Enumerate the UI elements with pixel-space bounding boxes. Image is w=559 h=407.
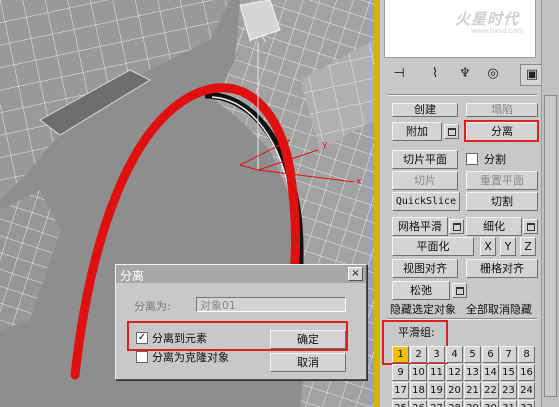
planarize-y-button[interactable]: Y bbox=[500, 237, 516, 256]
command-tabs: ⊣ ⌇ ♆ ◎ ▣ bbox=[384, 60, 544, 90]
relax-button[interactable]: 松弛 bbox=[392, 281, 450, 300]
smoothing-group-button[interactable]: 11 bbox=[428, 364, 445, 381]
rollout-divider bbox=[387, 94, 537, 96]
planarize-z-button[interactable]: Z bbox=[520, 237, 536, 256]
smoothing-group-button[interactable]: 22 bbox=[482, 382, 499, 399]
panel-header-area: 火星时代 www.hxsd.com bbox=[384, 0, 536, 58]
hierarchy-tab-icon[interactable]: ♆ bbox=[454, 64, 476, 84]
tessellate-button[interactable]: 细化 bbox=[466, 217, 522, 236]
smoothing-group-button[interactable]: 7 bbox=[500, 346, 517, 363]
smoothing-group-button[interactable]: 14 bbox=[482, 364, 499, 381]
meshsmooth-button[interactable]: 网格平滑 bbox=[392, 217, 448, 236]
panel-scrollbar[interactable] bbox=[541, 0, 559, 407]
grid-align-button[interactable]: 栅格对齐 bbox=[466, 259, 538, 278]
smoothing-group-button[interactable]: 20 bbox=[446, 382, 463, 399]
relax-settings-icon[interactable] bbox=[452, 283, 467, 298]
collapse-button[interactable]: 塌陷 bbox=[466, 103, 538, 117]
modify-tab-icon[interactable]: ⌇ bbox=[424, 64, 446, 84]
highlight-detach bbox=[464, 120, 539, 142]
attach-button[interactable]: 附加 bbox=[392, 122, 442, 141]
planarize-x-button[interactable]: X bbox=[480, 237, 496, 256]
highlight-detach-options bbox=[127, 321, 348, 351]
watermark-url: www.hxsd.com bbox=[471, 27, 524, 35]
watermark-logo: 火星时代 bbox=[455, 10, 520, 28]
smoothing-group-button[interactable]: 3 bbox=[428, 346, 445, 363]
cancel-button[interactable]: 取消 bbox=[270, 353, 346, 372]
slice-plane-button[interactable]: 切片平面 bbox=[392, 150, 458, 169]
smoothing-group-button[interactable]: 23 bbox=[500, 382, 517, 399]
reset-plane-button[interactable]: 重置平面 bbox=[466, 171, 538, 190]
smoothing-group-button[interactable]: 25 bbox=[392, 400, 409, 407]
smoothing-group-button[interactable]: 19 bbox=[428, 382, 445, 399]
smoothing-group-button[interactable]: 16 bbox=[518, 364, 535, 381]
meshsmooth-settings-icon[interactable] bbox=[449, 219, 464, 234]
smoothing-group-button[interactable]: 28 bbox=[446, 400, 463, 407]
detach-as-label: 分离为: bbox=[134, 300, 171, 313]
smoothing-group-button[interactable]: 15 bbox=[500, 364, 517, 381]
dialog-titlebar[interactable]: 分离 × bbox=[116, 265, 366, 283]
smoothing-group-button[interactable]: 4 bbox=[446, 346, 463, 363]
dialog-title: 分离 bbox=[120, 269, 145, 283]
attach-settings-icon[interactable] bbox=[444, 124, 459, 139]
smoothing-group-button[interactable]: 5 bbox=[464, 346, 481, 363]
smoothing-group-button[interactable]: 8 bbox=[518, 346, 535, 363]
panel-scroll-thumb[interactable] bbox=[544, 95, 557, 397]
planarize-button[interactable]: 平面化 bbox=[392, 237, 474, 256]
create-button[interactable]: 创建 bbox=[392, 103, 458, 117]
smoothing-group-button[interactable]: 6 bbox=[482, 346, 499, 363]
smoothing-group-button[interactable]: 24 bbox=[518, 382, 535, 399]
smoothing-group-button[interactable]: 1 bbox=[392, 346, 409, 363]
smoothing-group-button[interactable]: 18 bbox=[410, 382, 427, 399]
smoothing-group-button[interactable]: 29 bbox=[464, 400, 481, 407]
axis-y-label: y bbox=[322, 140, 328, 150]
axis-x-label: x bbox=[356, 177, 362, 187]
unhide-all-button[interactable]: 全部取消隐藏 bbox=[466, 301, 532, 317]
quickslice-button[interactable]: QuickSlice bbox=[392, 192, 460, 211]
slice-button[interactable]: 切片 bbox=[392, 171, 458, 190]
command-panel: 火星时代 www.hxsd.com ⊣ ⌇ ♆ ◎ ▣ 创建 塌陷 附加 分离 … bbox=[380, 0, 559, 407]
split-label: 分割 bbox=[484, 153, 506, 166]
detach-as-clone-label: 分离为克隆对象 bbox=[152, 351, 229, 364]
smoothing-group-button[interactable]: 30 bbox=[482, 400, 499, 407]
smoothing-group-button[interactable]: 31 bbox=[500, 400, 517, 407]
smoothing-group-button[interactable]: 2 bbox=[410, 346, 427, 363]
smoothing-group-button[interactable]: 13 bbox=[464, 364, 481, 381]
smoothing-group-button[interactable]: 26 bbox=[410, 400, 427, 407]
create-tab-icon[interactable]: ⊣ bbox=[388, 64, 410, 84]
motion-tab-icon[interactable]: ◎ bbox=[482, 64, 504, 84]
smoothing-group-button[interactable]: 12 bbox=[446, 364, 463, 381]
detach-dialog: 分离 × 分离为: 对象01 ✓ 分离到元素 分离为克隆对象 确定 取消 bbox=[115, 264, 367, 380]
smoothing-group-button[interactable]: 17 bbox=[392, 382, 409, 399]
detach-name-field[interactable]: 对象01 bbox=[196, 297, 346, 312]
cut-button[interactable]: 切割 bbox=[466, 192, 538, 211]
split-checkbox[interactable] bbox=[466, 153, 478, 165]
smoothing-group-button[interactable]: 32 bbox=[518, 400, 535, 407]
detach-as-clone-checkbox[interactable] bbox=[136, 351, 148, 363]
smoothing-group-button[interactable]: 21 bbox=[464, 382, 481, 399]
tessellate-settings-icon[interactable] bbox=[523, 219, 538, 234]
hide-selected-button[interactable]: 隐藏选定对象 bbox=[390, 301, 456, 317]
view-align-button[interactable]: 视图对齐 bbox=[392, 259, 458, 278]
smoothing-group-button[interactable]: 10 bbox=[410, 364, 427, 381]
smoothing-group-button[interactable]: 27 bbox=[428, 400, 445, 407]
close-icon[interactable]: × bbox=[348, 267, 363, 281]
smoothing-group-button[interactable]: 9 bbox=[392, 364, 409, 381]
